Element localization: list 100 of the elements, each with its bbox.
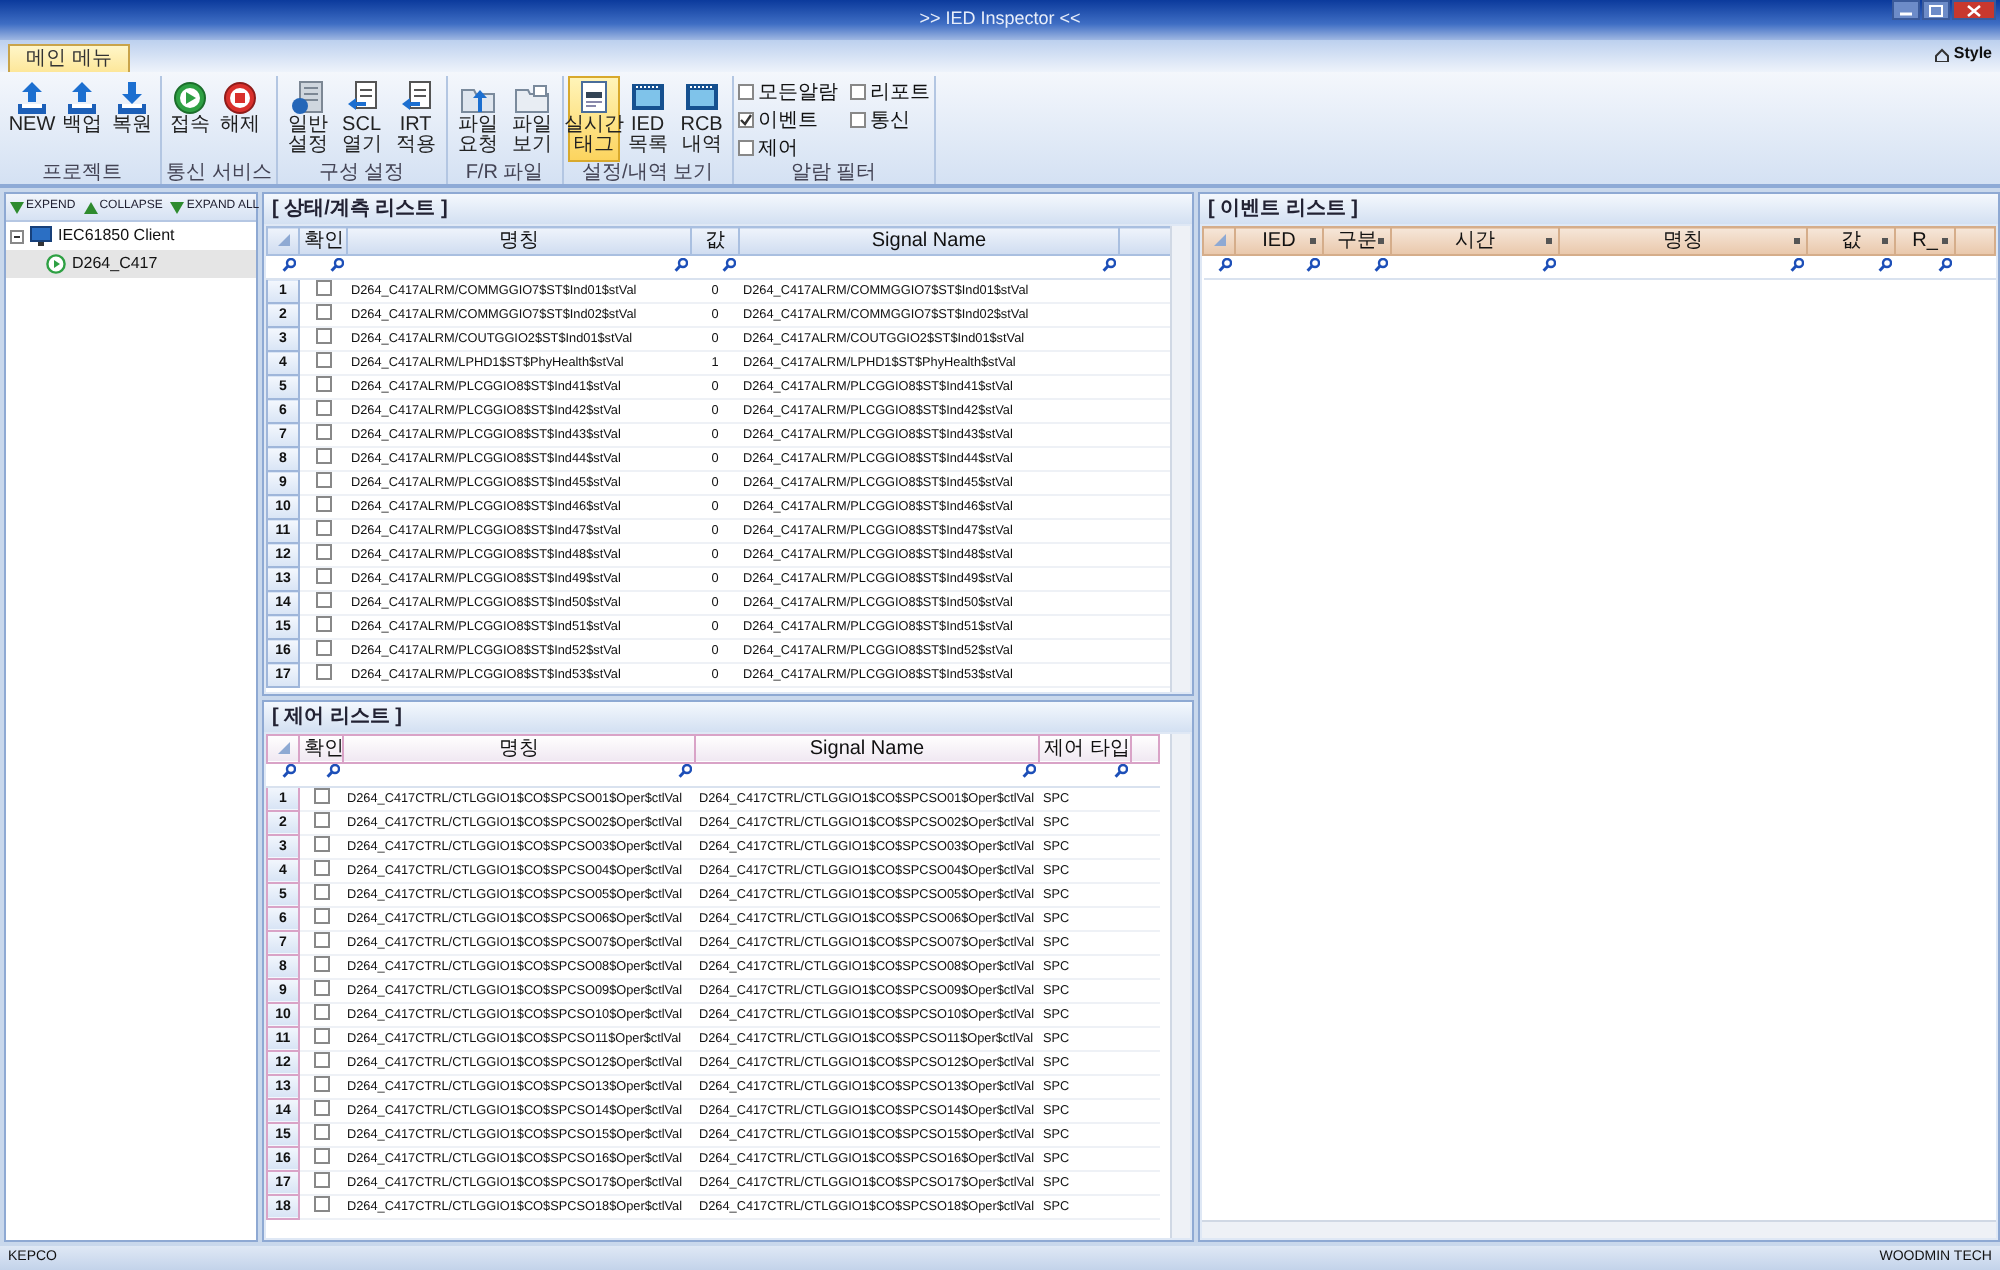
checkbox[interactable] xyxy=(315,424,332,440)
group-label: F/R 파일 xyxy=(463,162,546,184)
minimize-button[interactable] xyxy=(1892,0,1920,20)
checkbox[interactable] xyxy=(737,112,754,128)
checkbox[interactable] xyxy=(315,352,332,368)
column-header[interactable]: Signal Name xyxy=(739,227,1119,255)
checkbox[interactable] xyxy=(315,520,332,536)
checkbox[interactable] xyxy=(315,592,332,608)
column-header[interactable]: 제어 타입 xyxy=(1039,734,1131,763)
checkbox-label: 통신 xyxy=(869,107,910,135)
search-icon xyxy=(1113,764,1127,779)
ribbon-button[interactable]: 복원 xyxy=(108,76,156,162)
ribbon-button[interactable]: NEW xyxy=(8,76,56,162)
vertical-scrollbar[interactable] xyxy=(1170,733,1190,1238)
checkbox[interactable] xyxy=(315,616,332,632)
group-label: 설정/내역 보기 xyxy=(580,162,716,184)
triangle-down-icon xyxy=(10,201,24,213)
checkbox-label: 리포트 xyxy=(869,79,930,107)
play-circle-icon xyxy=(46,254,66,274)
triangle-up-icon xyxy=(83,201,98,213)
checkbox[interactable] xyxy=(315,304,332,320)
document-icon xyxy=(575,80,612,116)
search-icon xyxy=(1305,257,1319,271)
download-icon xyxy=(114,80,150,116)
column-header[interactable]: 구분 xyxy=(1323,227,1391,255)
upload-icon xyxy=(64,80,100,116)
group-label: 프로젝트 xyxy=(40,162,124,184)
checkbox[interactable] xyxy=(315,544,332,560)
window-icon xyxy=(683,80,720,116)
ribbon-button[interactable]: 해제 xyxy=(216,76,264,162)
column-header[interactable]: 확인 xyxy=(299,734,343,763)
checkbox[interactable] xyxy=(315,472,332,488)
checkbox-label: 이벤트 xyxy=(757,107,818,135)
dropdown-icon xyxy=(1794,238,1800,244)
checkbox[interactable] xyxy=(315,568,332,584)
search-icon xyxy=(1021,764,1035,779)
ribbon-button[interactable]: 파일 보기 xyxy=(505,76,558,162)
checkbox-label: 모든알람 xyxy=(757,79,838,107)
corner-icon xyxy=(277,234,289,246)
vertical-scrollbar[interactable] xyxy=(1170,226,1190,692)
column-header[interactable]: 값 xyxy=(1807,227,1895,255)
column-header[interactable]: 시간 xyxy=(1391,227,1559,255)
search-icon xyxy=(673,257,687,271)
search-icon xyxy=(1877,257,1891,271)
column-header[interactable]: 명칭 xyxy=(347,227,691,255)
ribbon-button[interactable]: RCB 내역 xyxy=(675,76,728,162)
ribbon-button[interactable]: 실시간 태그 xyxy=(567,76,620,162)
tree-item[interactable]: D264_C417 xyxy=(6,250,256,278)
column-header[interactable]: 명칭 xyxy=(1559,227,1807,255)
window-title: >> IED Inspector << xyxy=(919,6,1081,33)
checkbox[interactable] xyxy=(849,84,866,100)
column-header[interactable]: R_ xyxy=(1895,227,1955,255)
column-header[interactable]: 확인 xyxy=(299,227,347,255)
column-header[interactable]: 값 xyxy=(691,227,739,255)
ribbon-button[interactable]: IRT 적용 xyxy=(389,76,442,162)
collapse-icon xyxy=(10,229,24,243)
group-label: 알람 필터 xyxy=(788,162,879,184)
checkbox[interactable] xyxy=(315,328,332,344)
dropdown-icon xyxy=(1310,238,1316,244)
dropdown-icon xyxy=(1882,238,1888,244)
checkbox[interactable] xyxy=(849,112,866,128)
checkbox[interactable] xyxy=(737,140,754,156)
close-button[interactable] xyxy=(1952,0,1996,20)
folder-icon xyxy=(513,80,550,116)
checkbox[interactable] xyxy=(315,640,332,656)
ribbon-tab[interactable]: 메인 메뉴 xyxy=(8,44,130,72)
maximize-button[interactable] xyxy=(1922,0,1950,20)
dropdown-icon xyxy=(1378,238,1384,244)
ribbon-button[interactable]: 파일 요청 xyxy=(451,76,504,162)
checkbox[interactable] xyxy=(315,448,332,464)
corner-icon xyxy=(1213,234,1225,246)
checkbox[interactable] xyxy=(315,280,332,296)
ribbon-button[interactable]: 일반 설정 xyxy=(281,76,334,162)
horizontal-scrollbar[interactable] xyxy=(1202,1220,1996,1238)
dropdown-icon xyxy=(1942,238,1948,244)
ribbon-button[interactable]: 접속 xyxy=(166,76,214,162)
document-arrow-icon xyxy=(397,80,434,116)
column-header[interactable]: 명칭 xyxy=(343,734,695,763)
panel-title: [ 제어 리스트 ] xyxy=(264,701,1192,732)
monitor-icon xyxy=(30,226,52,246)
upload-icon xyxy=(14,80,50,116)
column-header[interactable]: IED xyxy=(1235,227,1323,255)
column-header[interactable]: Signal Name xyxy=(695,734,1039,763)
play-icon xyxy=(172,80,208,116)
search-icon xyxy=(677,764,691,779)
corner-icon xyxy=(277,741,289,754)
checkbox[interactable] xyxy=(737,84,754,100)
checkbox[interactable] xyxy=(315,400,332,416)
tree-item[interactable]: IEC61850 Client xyxy=(6,222,256,250)
ribbon-button[interactable]: IED 목록 xyxy=(621,76,674,162)
window-icon xyxy=(629,80,666,116)
checkbox[interactable] xyxy=(315,376,332,392)
style-menu[interactable]: Style xyxy=(1953,42,1992,66)
search-icon xyxy=(1937,257,1951,271)
ribbon-button[interactable]: SCL 열기 xyxy=(335,76,388,162)
search-icon xyxy=(721,257,735,271)
checkbox[interactable] xyxy=(315,496,332,512)
group-label: 통신 서비스 xyxy=(166,162,272,184)
ribbon-button[interactable]: 백업 xyxy=(58,76,106,162)
checkbox[interactable] xyxy=(315,664,332,680)
